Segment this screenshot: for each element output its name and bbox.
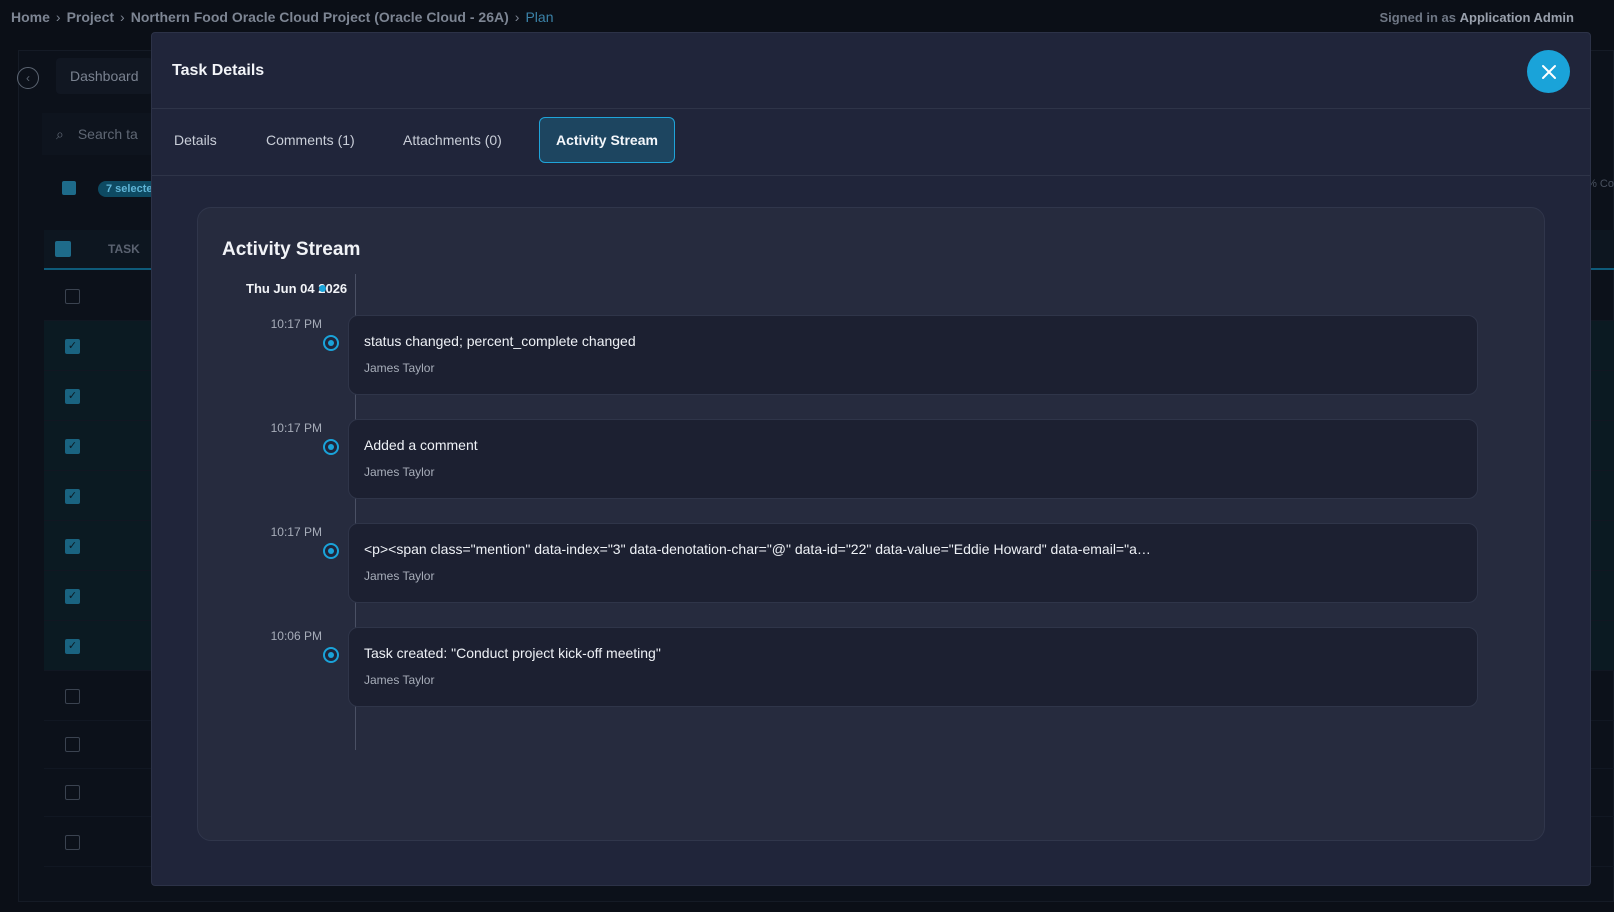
timeline-dot	[323, 335, 339, 351]
entry-text: <p><span class="mention" data-index="3" …	[364, 541, 1151, 557]
signed-in-user: Application Admin	[1459, 10, 1574, 25]
activity-entry: Task created: "Conduct project kick-off …	[348, 627, 1478, 707]
activity-entry: Added a comment James Taylor	[348, 419, 1478, 499]
row-checkbox[interactable]	[65, 785, 80, 800]
row-checkbox[interactable]	[65, 689, 80, 704]
row-checkbox[interactable]: ✓	[65, 389, 80, 404]
activity-stream-panel: Activity Stream Thu Jun 04 2026 10:17 PM…	[197, 207, 1545, 841]
timeline-dot	[323, 439, 339, 455]
activity-stream-title: Activity Stream	[222, 239, 361, 260]
top-bar: Home › Project › Northern Food Oracle Cl…	[0, 0, 1614, 34]
signed-in-prefix: Signed in as	[1379, 10, 1457, 25]
row-checkbox[interactable]: ✓	[65, 489, 80, 504]
entry-text: Task created: "Conduct project kick-off …	[364, 645, 661, 661]
header-checkbox[interactable]	[55, 241, 71, 257]
entry-text: Added a comment	[364, 437, 478, 453]
activity-entry: status changed; percent_complete changed…	[348, 315, 1478, 395]
breadcrumb-project[interactable]: Project	[67, 9, 114, 25]
row-checkbox[interactable]: ✓	[65, 439, 80, 454]
column-fragment: % Co	[1587, 178, 1614, 190]
select-all-checkbox[interactable]	[62, 181, 76, 195]
entry-user: James Taylor	[364, 673, 435, 687]
entry-user: James Taylor	[364, 361, 435, 375]
back-arrow-icon[interactable]: ‹	[17, 67, 39, 89]
tab-bar: Details Comments (1) Attachments (0) Act…	[152, 109, 1590, 176]
entry-user: James Taylor	[364, 465, 435, 479]
entry-time: 10:17 PM	[270, 317, 322, 331]
task-details-modal: Task Details Details Comments (1) Attach…	[151, 32, 1591, 886]
entry-user: James Taylor	[364, 569, 435, 583]
close-icon	[1541, 64, 1556, 79]
search-placeholder: Search ta	[77, 126, 138, 142]
row-checkbox[interactable]: ✓	[65, 589, 80, 604]
chevron-right-icon: ›	[514, 9, 520, 25]
tab-attachments[interactable]: Attachments (0)	[387, 117, 518, 163]
activity-entry: <p><span class="mention" data-index="3" …	[348, 523, 1478, 603]
close-button[interactable]	[1527, 50, 1570, 93]
row-checkbox[interactable]	[65, 289, 80, 304]
breadcrumb-project-name[interactable]: Northern Food Oracle Cloud Project (Orac…	[131, 9, 509, 25]
entry-time: 10:17 PM	[270, 525, 322, 539]
entry-text: status changed; percent_complete changed	[364, 333, 636, 349]
tab-details[interactable]: Details	[158, 117, 233, 163]
row-checkbox[interactable]: ✓	[65, 639, 80, 654]
breadcrumb-current: Plan	[525, 9, 554, 25]
timeline-date: Thu Jun 04 2026	[246, 281, 348, 296]
search-icon: ⌕	[56, 125, 64, 142]
timeline-date-dot	[319, 285, 326, 292]
chevron-right-icon: ›	[120, 9, 125, 25]
column-header-task: TASK	[108, 242, 140, 256]
tab-comments[interactable]: Comments (1)	[250, 117, 371, 163]
timeline-dot	[323, 543, 339, 559]
entry-time: 10:06 PM	[270, 629, 322, 643]
signed-in-info: Signed in as Application Admin	[1379, 10, 1574, 25]
chevron-right-icon: ›	[55, 9, 61, 25]
timeline-dot	[323, 647, 339, 663]
dashboard-button[interactable]: Dashboard	[56, 58, 153, 94]
modal-header: Task Details	[152, 33, 1590, 109]
row-checkbox[interactable]: ✓	[65, 339, 80, 354]
tab-activity-stream[interactable]: Activity Stream	[539, 117, 675, 163]
entry-time: 10:17 PM	[270, 421, 322, 435]
row-checkbox[interactable]: ✓	[65, 539, 80, 554]
row-checkbox[interactable]	[65, 835, 80, 850]
row-checkbox[interactable]	[65, 737, 80, 752]
breadcrumb-home[interactable]: Home	[11, 9, 50, 25]
modal-title: Task Details	[172, 62, 265, 79]
